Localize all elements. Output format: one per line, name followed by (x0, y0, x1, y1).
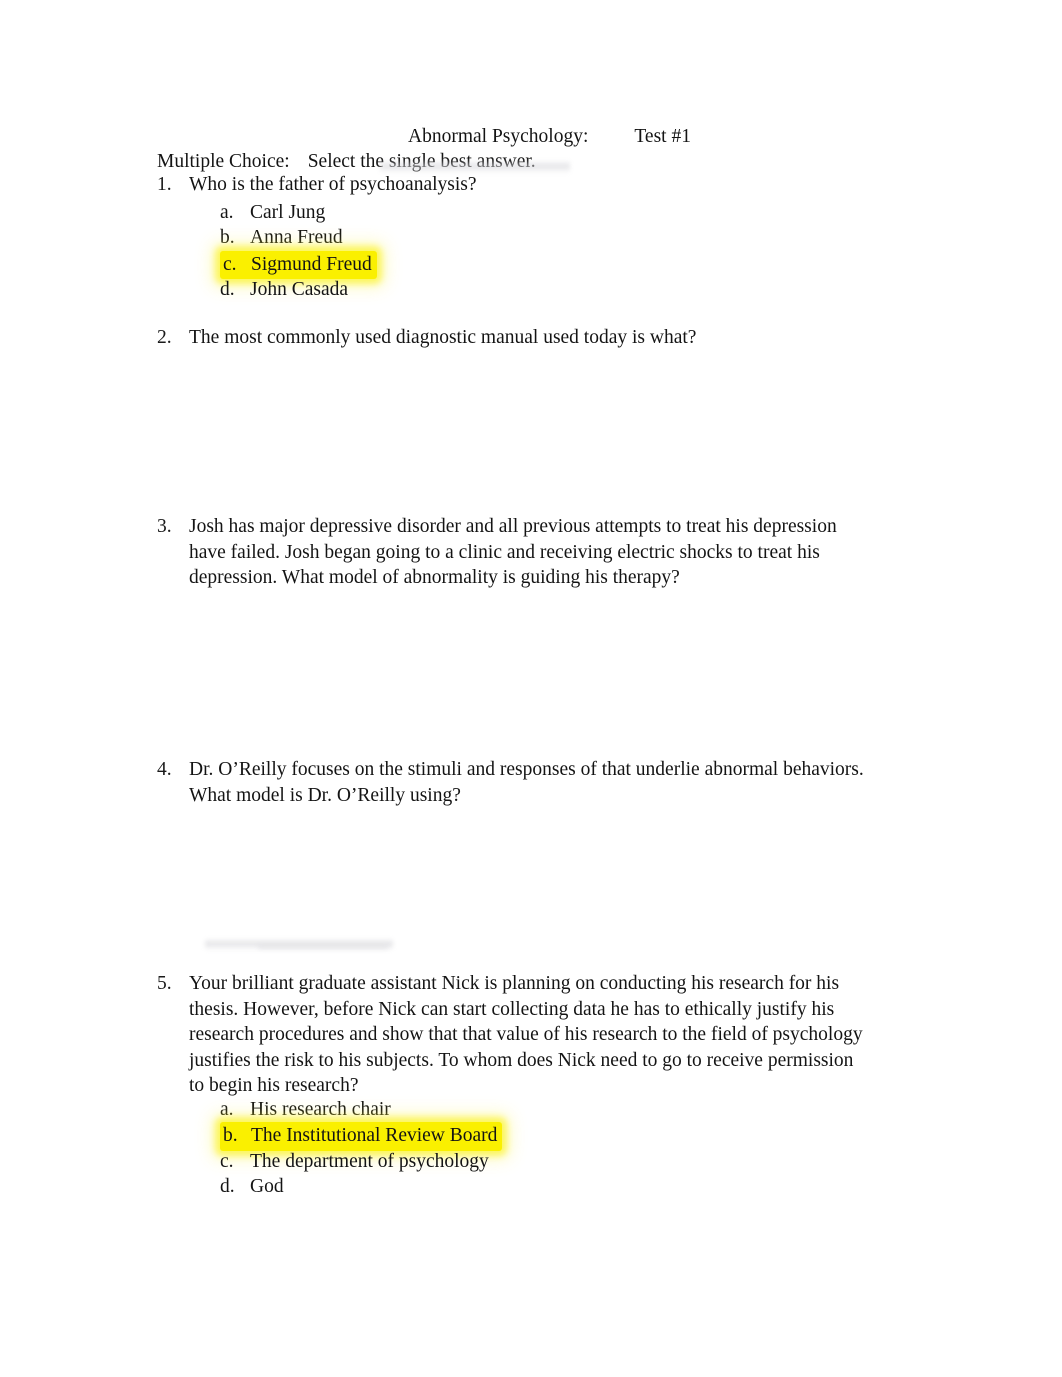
document-title-test: Test #1 (634, 126, 691, 147)
choice-1b-letter: b. (220, 227, 235, 249)
choice-1c-highlight-marker: c. Sigmund Freud (220, 250, 377, 280)
choice-5b-letter: b. (223, 1125, 238, 1147)
choice-1d[interactable]: d. John Casada (220, 277, 377, 302)
choice-5a-text: His research chair (250, 1099, 391, 1120)
question-1-choices: a. Carl Jung b. Anna Freud c. Sigmund Freud… (220, 200, 377, 303)
choice-5a[interactable]: a. His research chair (220, 1097, 502, 1122)
choice-5c[interactable]: c. The department of psychology (220, 1149, 502, 1174)
choice-5b-highlight-marker: b. The Institutional Review Board (220, 1122, 503, 1151)
instructions-label: Multiple Choice: (157, 151, 290, 172)
choice-1a-letter: a. (220, 202, 234, 223)
instructions-text: Select the single best answer. (307, 151, 536, 172)
question-2-text: The most commonly used diagnostic manual… (189, 327, 697, 348)
choice-1c-letter: c. (223, 253, 237, 275)
question-1-text: Who is the father of psychoanalysis? (189, 174, 477, 195)
question-5-number: 5. (157, 973, 172, 994)
question-3-text: Josh has major depressive disorder and a… (189, 516, 837, 589)
choice-1b-text: Anna Freud (250, 227, 343, 249)
choice-5a-letter: a. (220, 1099, 234, 1120)
choice-1d-text: John Casada (250, 279, 349, 301)
choice-1c-highlighted[interactable]: c. Sigmund Freud (220, 250, 377, 280)
question-5-choices: a. His research chair b. The Institutional… (220, 1097, 503, 1200)
choice-1c-text: Sigmund Freud (251, 253, 372, 275)
question-3-number: 3. (157, 516, 172, 537)
choice-5b-text: The Institutional Review Board (251, 1125, 498, 1147)
document-page: Abnormal Psychology: Test #1 Multiple Cho… (0, 0, 1062, 1377)
question-4-number: 4. (157, 759, 172, 780)
question-4-answer-blank-space (220, 820, 860, 960)
choice-5d-letter: d. (220, 1176, 235, 1198)
question-3-answer-blank-space (220, 600, 860, 750)
choice-5d-text: God (250, 1176, 284, 1198)
question-5: 5. Your brilliant graduate assistant Nic… (157, 971, 872, 1099)
choice-1a[interactable]: a. Carl Jung (220, 200, 377, 225)
question-1: 1. Who is the father of psychoanalysis? (157, 172, 897, 198)
choice-1b[interactable]: b. Anna Freud (220, 225, 377, 250)
question-1-number: 1. (157, 174, 172, 195)
choice-5c-text: The department of psychology (250, 1150, 489, 1172)
question-2: 2. The most commonly used diagnostic man… (157, 325, 897, 351)
document-title: Abnormal Psychology: Test #1 (408, 124, 691, 150)
choice-1a-text: Carl Jung (250, 202, 326, 223)
question-5-text: Your brilliant graduate assistant Nick i… (189, 973, 863, 1097)
choice-5d[interactable]: d. God (220, 1174, 502, 1199)
question-2-number: 2. (157, 327, 172, 348)
choice-1d-letter: d. (220, 279, 235, 301)
question-4-text: Dr. O’Reilly focuses on the stimuli and … (189, 759, 864, 806)
question-3: 3. Josh has major depressive disorder an… (157, 514, 847, 591)
document-title-subject: Abnormal Psychology: (408, 126, 589, 147)
choice-5c-letter: c. (220, 1150, 234, 1172)
question-2-answer-blank-space (220, 355, 860, 505)
question-4: 4. Dr. O’Reilly focuses on the stimuli a… (157, 757, 867, 808)
choice-5b-highlighted[interactable]: b. The Institutional Review Board (220, 1122, 503, 1151)
